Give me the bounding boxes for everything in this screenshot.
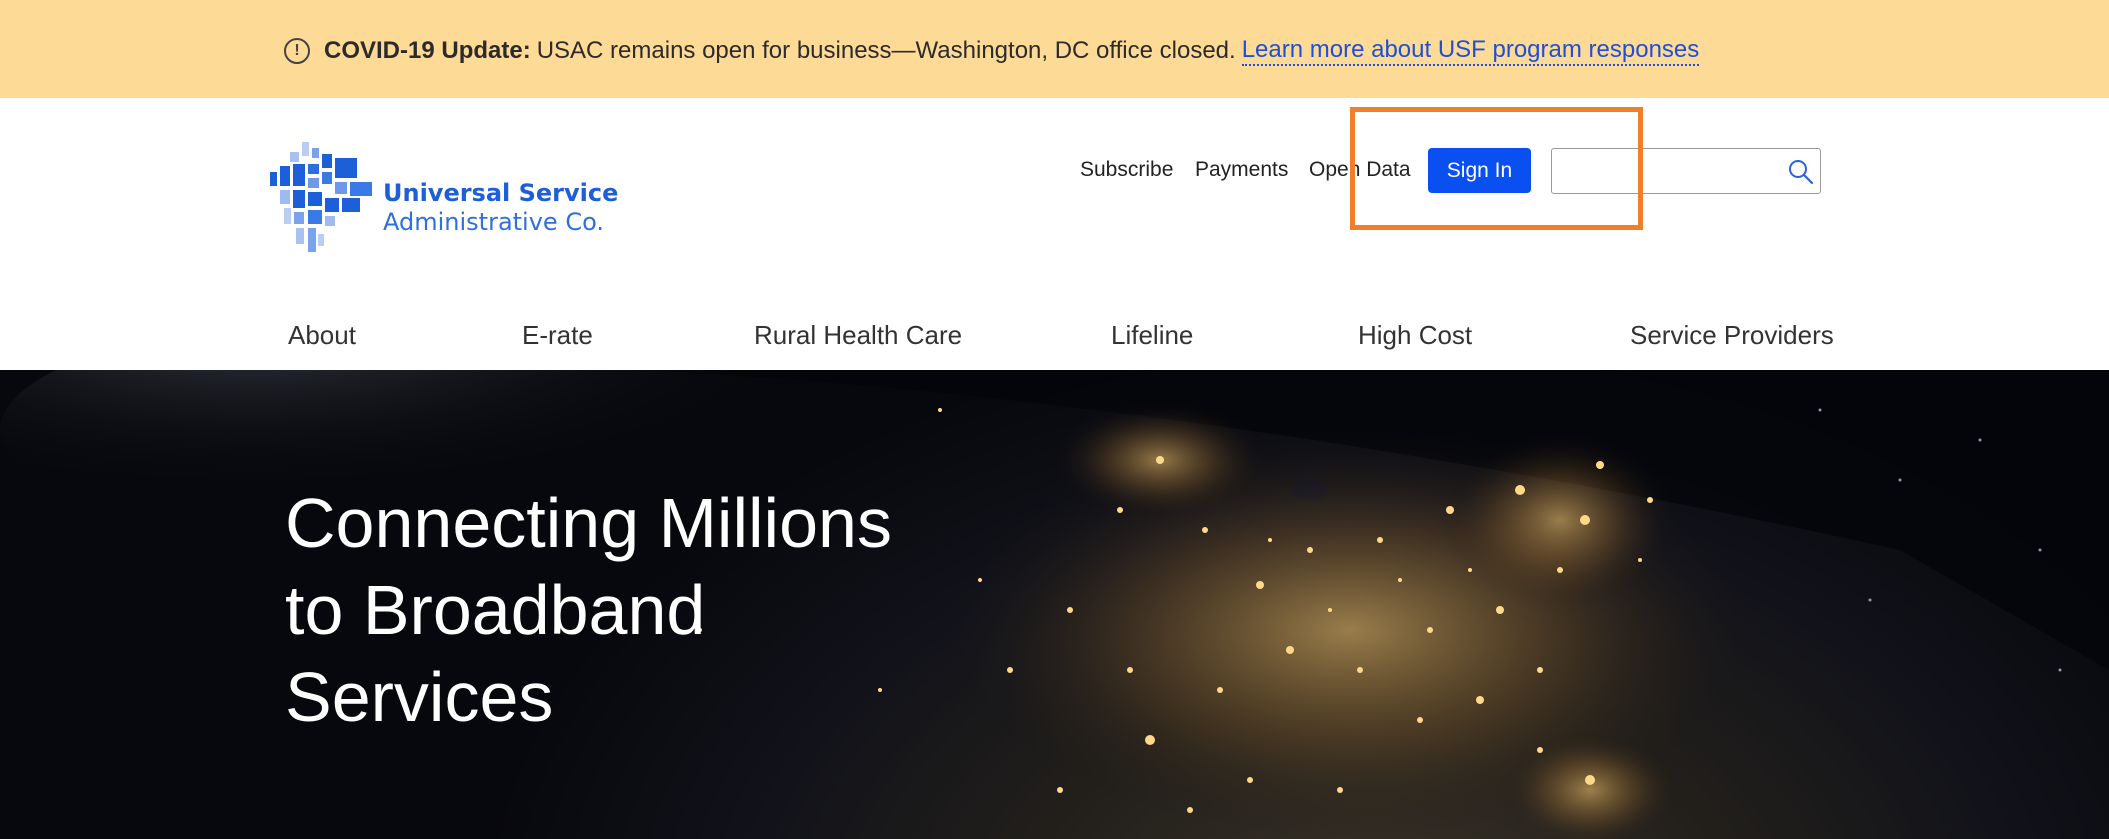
- payments-link[interactable]: Payments: [1195, 158, 1288, 182]
- open-data-link[interactable]: Open Data: [1309, 158, 1411, 182]
- alert-message: USAC remains open for business—Washingto…: [536, 37, 1236, 64]
- alert-label: COVID-19 Update:: [324, 37, 531, 64]
- nav-item-service-providers[interactable]: Service Providers: [1630, 320, 1834, 351]
- covid-alert-bar: ! COVID-19 Update: USAC remains open for…: [0, 0, 2109, 98]
- subscribe-link[interactable]: Subscribe: [1080, 158, 1173, 182]
- logo-text: Universal Service Administrative Co.: [383, 179, 618, 237]
- info-circle-icon: !: [284, 38, 310, 64]
- hero-title-line-1: Connecting Millions: [285, 484, 892, 562]
- nav-item-lifeline[interactable]: Lifeline: [1111, 320, 1193, 351]
- hero-title-line-2: to Broadband: [285, 571, 706, 649]
- sign-in-button[interactable]: Sign In: [1428, 148, 1531, 193]
- alert-content: ! COVID-19 Update: USAC remains open for…: [284, 34, 1700, 68]
- hero-title: Connecting Millions to Broadband Service…: [285, 480, 985, 741]
- search-box: [1551, 148, 1821, 194]
- nav-item-e-rate[interactable]: E-rate: [522, 320, 593, 351]
- search-icon[interactable]: [1787, 158, 1815, 186]
- main-nav: About E-rate Rural Health Care Lifeline …: [0, 310, 2109, 370]
- nav-item-high-cost[interactable]: High Cost: [1358, 320, 1472, 351]
- nav-item-about[interactable]: About: [288, 320, 356, 351]
- usac-logo-mark-icon: [270, 142, 372, 252]
- hero-title-line-3: Services: [285, 658, 554, 736]
- hero-banner: Connecting Millions to Broadband Service…: [0, 370, 2109, 839]
- logo-line-2: Administrative Co.: [383, 208, 604, 236]
- logo-line-1: Universal Service: [383, 179, 619, 207]
- nav-item-rural-health-care[interactable]: Rural Health Care: [754, 320, 962, 351]
- search-input[interactable]: [1552, 149, 1782, 193]
- usac-logo[interactable]: Universal Service Administrative Co.: [270, 142, 618, 258]
- learn-more-link[interactable]: Learn more about USF program responses: [1241, 36, 1700, 66]
